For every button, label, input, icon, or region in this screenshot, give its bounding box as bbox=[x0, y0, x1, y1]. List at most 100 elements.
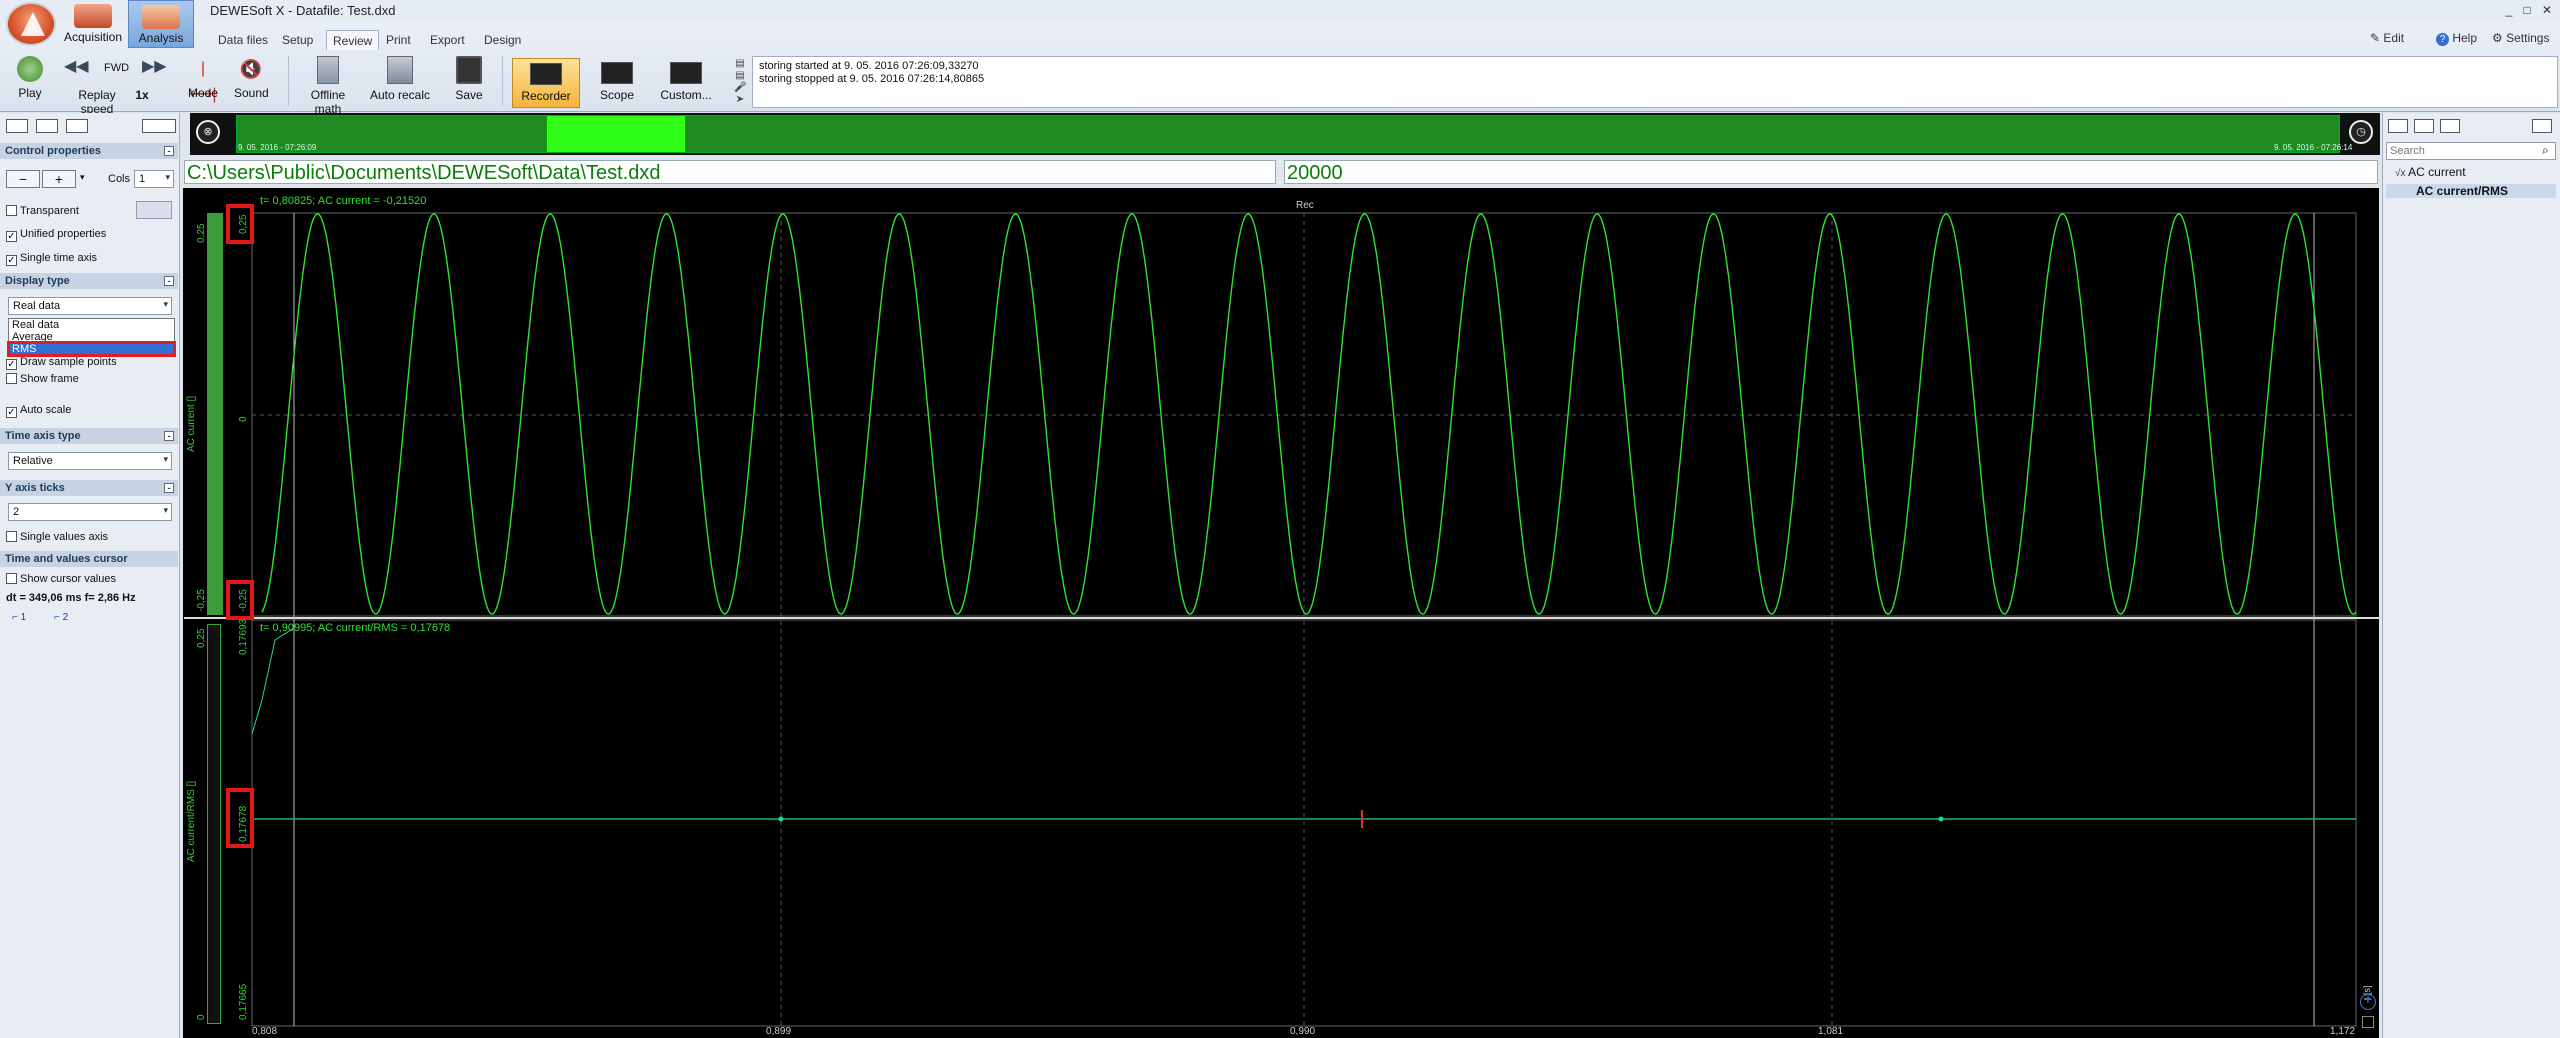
analysis-mode-button[interactable]: Analysis bbox=[128, 0, 194, 48]
grid-view-icon[interactable] bbox=[2414, 119, 2434, 133]
offline-math-button[interactable]: Offline math bbox=[296, 56, 360, 116]
tab-setup[interactable]: Setup bbox=[276, 30, 319, 50]
section-display-type[interactable]: Display type - bbox=[0, 273, 178, 289]
custom-button[interactable]: Custom... bbox=[660, 62, 712, 102]
analysis-label: Analysis bbox=[138, 31, 184, 45]
tab-review[interactable]: Review bbox=[326, 30, 380, 50]
background-color-picker[interactable] bbox=[136, 201, 172, 219]
auto-recalc-button[interactable]: Auto recalc bbox=[368, 56, 432, 102]
plot2-cursor-readout: t= 0,90995; AC current/RMS = 0,17678 bbox=[260, 622, 451, 634]
file-path-field[interactable]: C:\Users\Public\Documents\DEWESoft\Data\… bbox=[184, 160, 1276, 184]
panel-options-icon[interactable] bbox=[2532, 119, 2552, 133]
remove-column-button[interactable]: − bbox=[6, 170, 40, 188]
transparent-checkbox[interactable]: Transparent bbox=[6, 205, 79, 217]
layout-icon[interactable] bbox=[6, 119, 28, 133]
maximize-button[interactable]: □ bbox=[2518, 3, 2536, 17]
unified-properties-checkbox[interactable]: ✓ Unified properties bbox=[6, 228, 106, 242]
single-values-axis-checkbox[interactable]: Single values axis bbox=[6, 531, 108, 543]
cursor-delta-readout: dt = 349,06 ms f= 2,86 Hz bbox=[6, 592, 136, 604]
option-average[interactable]: Average bbox=[9, 331, 174, 343]
section-control-properties[interactable]: Control properties - bbox=[0, 143, 178, 159]
plot2-scale-min[interactable]: 0,17665 bbox=[238, 984, 249, 1020]
section-time-values-cursor[interactable]: Time and values cursor bbox=[0, 551, 178, 567]
message-log-icons[interactable]: ▤ ▤ 🎤 ➤ bbox=[734, 58, 746, 106]
x-tick: 0,899 bbox=[766, 1026, 792, 1037]
y-axis-ticks-select[interactable]: 2 ▾ bbox=[8, 503, 172, 521]
sound-button[interactable]: 🔇 Sound bbox=[234, 56, 269, 100]
display-icon[interactable] bbox=[36, 119, 58, 133]
collapse-icon[interactable]: - bbox=[164, 146, 174, 156]
rewind-button[interactable]: ◀◀ bbox=[64, 56, 89, 76]
tab-data-files[interactable]: Data files bbox=[212, 30, 274, 50]
tab-export[interactable]: Export bbox=[424, 30, 471, 50]
channel-ac-current-rms[interactable]: AC current/RMS bbox=[2386, 184, 2556, 198]
minimize-button[interactable]: _ bbox=[2500, 3, 2518, 17]
show-frame-checkbox[interactable]: Show frame bbox=[6, 373, 79, 385]
collapse-icon[interactable]: - bbox=[164, 483, 174, 493]
expand-icon[interactable] bbox=[2362, 1016, 2374, 1028]
keyboard-icon[interactable] bbox=[142, 119, 176, 133]
offline-math-label: Offline math bbox=[310, 88, 346, 116]
tab-design[interactable]: Design bbox=[478, 30, 527, 50]
cols-select[interactable]: 1 ▾ bbox=[134, 170, 174, 188]
section-time-axis-type[interactable]: Time axis type - bbox=[0, 428, 178, 444]
highlight-scale-min bbox=[226, 580, 254, 620]
acquisition-mode-button[interactable]: Acquisition bbox=[60, 0, 126, 48]
cursor-1-button[interactable]: ⌐ 1 bbox=[12, 612, 26, 623]
crosshair-icon[interactable]: ✛ bbox=[2360, 994, 2376, 1010]
scope-button[interactable]: Scope bbox=[596, 62, 638, 102]
cursor-2-button[interactable]: ⌐ 2 bbox=[54, 612, 68, 623]
log-line: storing stopped at 9. 05. 2016 07:26:14,… bbox=[759, 73, 985, 85]
cols-value: 1 bbox=[139, 173, 146, 185]
mode-button[interactable]: |⟷| Mode bbox=[186, 56, 220, 103]
show-cursor-values-checkbox[interactable]: Show cursor values bbox=[6, 573, 116, 585]
collapse-icon[interactable]: - bbox=[164, 431, 174, 441]
magnifier-icon bbox=[142, 5, 180, 29]
add-column-button[interactable]: + bbox=[42, 170, 76, 188]
cursor-1-label: 1 bbox=[20, 612, 27, 623]
section-y-axis-ticks[interactable]: Y axis ticks - bbox=[0, 480, 178, 496]
zoom-reset-icon[interactable]: ⊗ bbox=[196, 120, 220, 144]
collapse-icon[interactable]: - bbox=[164, 276, 174, 286]
timeline-start-label: 9. 05. 2016 - 07:26:09 bbox=[238, 143, 317, 152]
edit-link[interactable]: ✎ Edit bbox=[2370, 31, 2404, 45]
title-bar: DEWESoft X - Datafile: Test.dxd _ □ ✕ bbox=[0, 0, 2560, 22]
display-type-select[interactable]: Real data ▾ bbox=[8, 297, 172, 315]
checkbox-label: Transparent bbox=[20, 205, 79, 217]
picture-icon[interactable] bbox=[66, 119, 88, 133]
plot1-level-bar bbox=[207, 213, 223, 615]
draw-sample-points-checkbox[interactable]: ✓ Draw sample points bbox=[6, 356, 117, 370]
timeline-selection[interactable] bbox=[546, 115, 686, 153]
plot1-ytick-min: -0,25 bbox=[196, 589, 207, 612]
option-rms[interactable]: RMS bbox=[7, 341, 176, 357]
help-link[interactable]: ? Help bbox=[2436, 31, 2477, 46]
sample-count-field[interactable]: 20000 bbox=[1284, 160, 2378, 184]
plot2-scale-max[interactable]: 0,17693 bbox=[238, 619, 249, 655]
single-time-axis-checkbox[interactable]: ✓ Single time axis bbox=[6, 252, 97, 266]
settings-link[interactable]: ⚙ Settings bbox=[2492, 31, 2549, 45]
waveform-icon bbox=[74, 4, 112, 28]
recorder-display[interactable] bbox=[183, 188, 2379, 1038]
option-real-data[interactable]: Real data bbox=[9, 319, 174, 331]
plot1-y-axis-label: AC current [] bbox=[186, 395, 197, 452]
add-dropdown-arrow[interactable]: ▾ bbox=[80, 172, 85, 183]
display-type-dropdown: Real data Average RMS bbox=[7, 318, 176, 357]
replay-speed-value[interactable]: 1x bbox=[134, 88, 150, 102]
app-menu-button[interactable] bbox=[6, 2, 56, 46]
clock-icon[interactable]: ◷ bbox=[2349, 120, 2373, 144]
channel-search-input[interactable] bbox=[2386, 142, 2556, 160]
time-axis-select[interactable]: Relative ▾ bbox=[8, 452, 172, 470]
channel-ac-current[interactable]: √x AC current bbox=[2395, 165, 2466, 179]
close-button[interactable]: ✕ bbox=[2538, 3, 2556, 17]
auto-recalc-label: Auto recalc bbox=[369, 88, 431, 102]
fwd-label: FWD bbox=[104, 62, 130, 74]
fast-forward-button[interactable]: ▶▶ bbox=[142, 56, 167, 76]
play-button[interactable]: Play bbox=[14, 56, 46, 100]
save-button[interactable]: Save bbox=[452, 56, 486, 102]
tab-print[interactable]: Print bbox=[380, 30, 417, 50]
recorder-button[interactable]: Recorder bbox=[512, 58, 580, 108]
checkbox-label: Unified properties bbox=[20, 228, 107, 240]
auto-scale-checkbox[interactable]: ✓ Auto scale bbox=[6, 404, 71, 418]
channel-list-icon[interactable] bbox=[2388, 119, 2408, 133]
tree-view-icon[interactable] bbox=[2440, 119, 2460, 133]
